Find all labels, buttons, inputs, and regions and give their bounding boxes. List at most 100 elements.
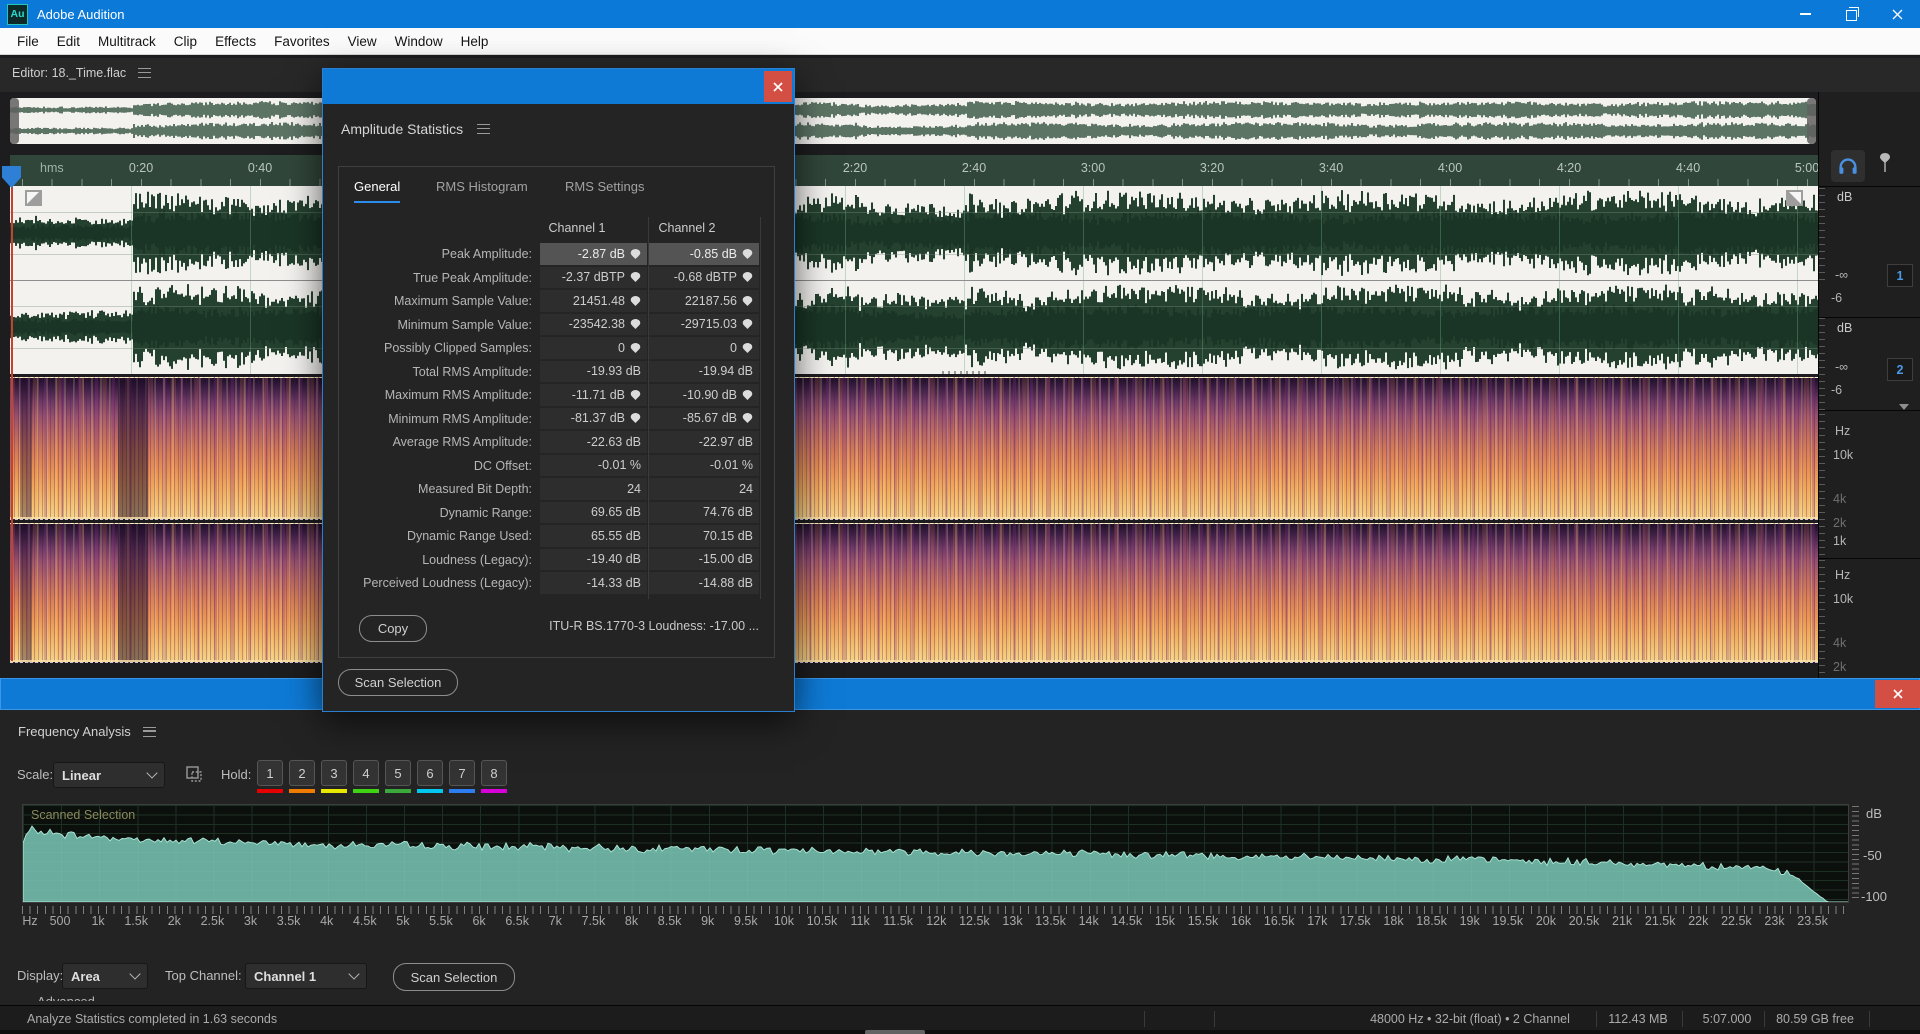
menu-item-window[interactable]: Window (386, 34, 452, 49)
stat-value-ch1[interactable]: -19.93 dB (540, 360, 647, 383)
hold-button-3[interactable]: 3 (321, 760, 347, 786)
panel-menu-icon[interactable] (138, 68, 152, 78)
stat-value-ch2[interactable]: -0.01 % (649, 454, 759, 477)
stat-value-ch1[interactable]: -11.71 dB (540, 384, 647, 407)
stat-value-ch2[interactable]: -15.00 dB (649, 548, 759, 571)
spectrogram-channel-1[interactable] (10, 377, 1818, 520)
hold-button-7[interactable]: 7 (449, 760, 475, 786)
frequency-window-titlebar[interactable] (0, 678, 1920, 710)
hold-button-5[interactable]: 5 (385, 760, 411, 786)
frequency-graph[interactable]: Scanned Selection (22, 804, 1849, 903)
pin-icon[interactable] (742, 342, 753, 354)
pin-icon[interactable] (630, 271, 641, 283)
stat-row[interactable]: Minimum Sample Value: -23542.38 -29715.03 (339, 313, 774, 338)
stat-row[interactable]: Dynamic Range: 69.65 dB 74.76 dB (339, 501, 774, 526)
stat-row[interactable]: Loudness (Legacy): -19.40 dB -15.00 dB (339, 548, 774, 573)
stat-value-ch2[interactable]: 0 (649, 337, 759, 360)
selection-handle-left[interactable] (25, 190, 42, 206)
pin-icon[interactable] (742, 318, 753, 330)
close-button[interactable] (1874, 0, 1920, 28)
stat-value-ch1[interactable]: -19.40 dB (540, 548, 647, 571)
stat-value-ch2[interactable]: 74.76 dB (649, 501, 759, 524)
hold-button-6[interactable]: 6 (417, 760, 443, 786)
top-channel-dropdown[interactable]: Channel 1 (245, 963, 367, 989)
pin-icon[interactable] (742, 295, 753, 307)
menu-item-multitrack[interactable]: Multitrack (89, 34, 165, 49)
stat-value-ch2[interactable]: -29715.03 (649, 313, 759, 336)
stat-value-ch2[interactable]: -19.94 dB (649, 360, 759, 383)
overview-handle-right[interactable] (1807, 98, 1816, 144)
stat-value-ch1[interactable]: 0 (540, 337, 647, 360)
waveform-display[interactable] (10, 186, 1818, 374)
tab-general[interactable]: General (354, 179, 401, 203)
collapse-arrow-icon[interactable] (1899, 404, 1909, 410)
tab-rms-settings[interactable]: RMS Settings (565, 179, 644, 194)
scan-selection-button[interactable]: Scan Selection (338, 669, 458, 696)
panel-menu-icon[interactable] (142, 726, 156, 737)
display-dropdown[interactable]: Area (62, 963, 148, 989)
stat-value-ch2[interactable]: 22187.56 (649, 290, 759, 313)
stat-row[interactable]: DC Offset: -0.01 % -0.01 % (339, 454, 774, 479)
monitor-button[interactable] (1831, 150, 1865, 182)
hold-button-8[interactable]: 8 (481, 760, 507, 786)
stat-row[interactable]: Minimum RMS Amplitude: -81.37 dB -85.67 dB (339, 407, 774, 432)
pin-icon[interactable] (742, 271, 753, 283)
menu-item-help[interactable]: Help (452, 34, 498, 49)
overview-handle-left[interactable] (10, 98, 19, 144)
stat-value-ch2[interactable]: -85.67 dB (649, 407, 759, 430)
pin-icon[interactable] (630, 295, 641, 307)
stat-value-ch1[interactable]: -22.63 dB (540, 431, 647, 454)
pin-icon[interactable] (742, 389, 753, 401)
restore-button[interactable] (1828, 0, 1874, 28)
pin-icon[interactable] (630, 342, 641, 354)
stat-row[interactable]: Total RMS Amplitude: -19.93 dB -19.94 dB (339, 360, 774, 385)
selection-handle-right[interactable] (1786, 190, 1803, 206)
hold-button-4[interactable]: 4 (353, 760, 379, 786)
scale-dropdown[interactable]: Linear (53, 762, 165, 788)
stat-row[interactable]: Average RMS Amplitude: -22.63 dB -22.97 dB (339, 431, 774, 455)
scan-selection-button[interactable]: Scan Selection (393, 963, 515, 991)
stat-value-ch1[interactable]: 69.65 dB (540, 501, 647, 524)
stat-value-ch1[interactable]: -2.37 dBTP (540, 266, 647, 289)
minimize-button[interactable] (1782, 0, 1828, 28)
stat-row[interactable]: Maximum RMS Amplitude: -11.71 dB -10.90 dB (339, 384, 774, 408)
stat-row[interactable]: Maximum Sample Value: 21451.48 22187.56 (339, 290, 774, 314)
bottom-scrollbar[interactable] (0, 1030, 1920, 1034)
frequency-close-button[interactable] (1875, 680, 1920, 708)
copy-graph-icon[interactable] (184, 764, 206, 786)
pin-icon[interactable] (742, 248, 753, 260)
marker-tool-icon[interactable] (1877, 152, 1893, 174)
menu-item-clip[interactable]: Clip (165, 34, 206, 49)
menu-item-effects[interactable]: Effects (206, 34, 265, 49)
window-titlebar[interactable]: Au Adobe Audition (0, 0, 1920, 28)
copy-button[interactable]: Copy (359, 615, 427, 642)
panel-menu-icon[interactable] (477, 124, 491, 134)
bottom-scrollbar-thumb[interactable] (865, 1030, 925, 1034)
splitter-grip[interactable] (942, 371, 988, 374)
channel-1-badge[interactable]: 1 (1887, 264, 1913, 287)
stat-value-ch2[interactable]: -10.90 dB (649, 384, 759, 407)
channel-2-badge[interactable]: 2 (1887, 358, 1913, 381)
pin-icon[interactable] (630, 248, 641, 260)
timeline-ruler[interactable]: hms 0:200:401:001:201:402:002:202:403:00… (10, 155, 1819, 187)
stat-value-ch1[interactable]: -14.33 dB (540, 572, 647, 595)
dialog-close-button[interactable] (764, 71, 792, 102)
menu-item-favorites[interactable]: Favorites (265, 34, 339, 49)
stat-value-ch2[interactable]: 24 (649, 478, 759, 501)
spectrogram-channel-2[interactable] (10, 523, 1818, 663)
pin-icon[interactable] (742, 412, 753, 424)
stat-value-ch2[interactable]: 70.15 dB (649, 525, 759, 548)
stat-row[interactable]: True Peak Amplitude: -2.37 dBTP -0.68 dBTP (339, 266, 774, 291)
stat-row[interactable]: Perceived Loudness (Legacy): -14.33 dB -14… (339, 572, 774, 596)
stat-value-ch1[interactable]: -81.37 dB (540, 407, 647, 430)
menu-item-edit[interactable]: Edit (48, 34, 89, 49)
menu-item-view[interactable]: View (339, 34, 386, 49)
hold-button-2[interactable]: 2 (289, 760, 315, 786)
stat-row[interactable]: Peak Amplitude: -2.87 dB -0.85 dB (339, 243, 774, 267)
pin-icon[interactable] (630, 318, 641, 330)
stat-value-ch1[interactable]: 21451.48 (540, 290, 647, 313)
stat-row[interactable]: Measured Bit Depth: 24 24 (339, 478, 774, 502)
stat-value-ch2[interactable]: -14.88 dB (649, 572, 759, 595)
pin-icon[interactable] (630, 412, 641, 424)
overview-navigator[interactable] (10, 98, 1816, 144)
